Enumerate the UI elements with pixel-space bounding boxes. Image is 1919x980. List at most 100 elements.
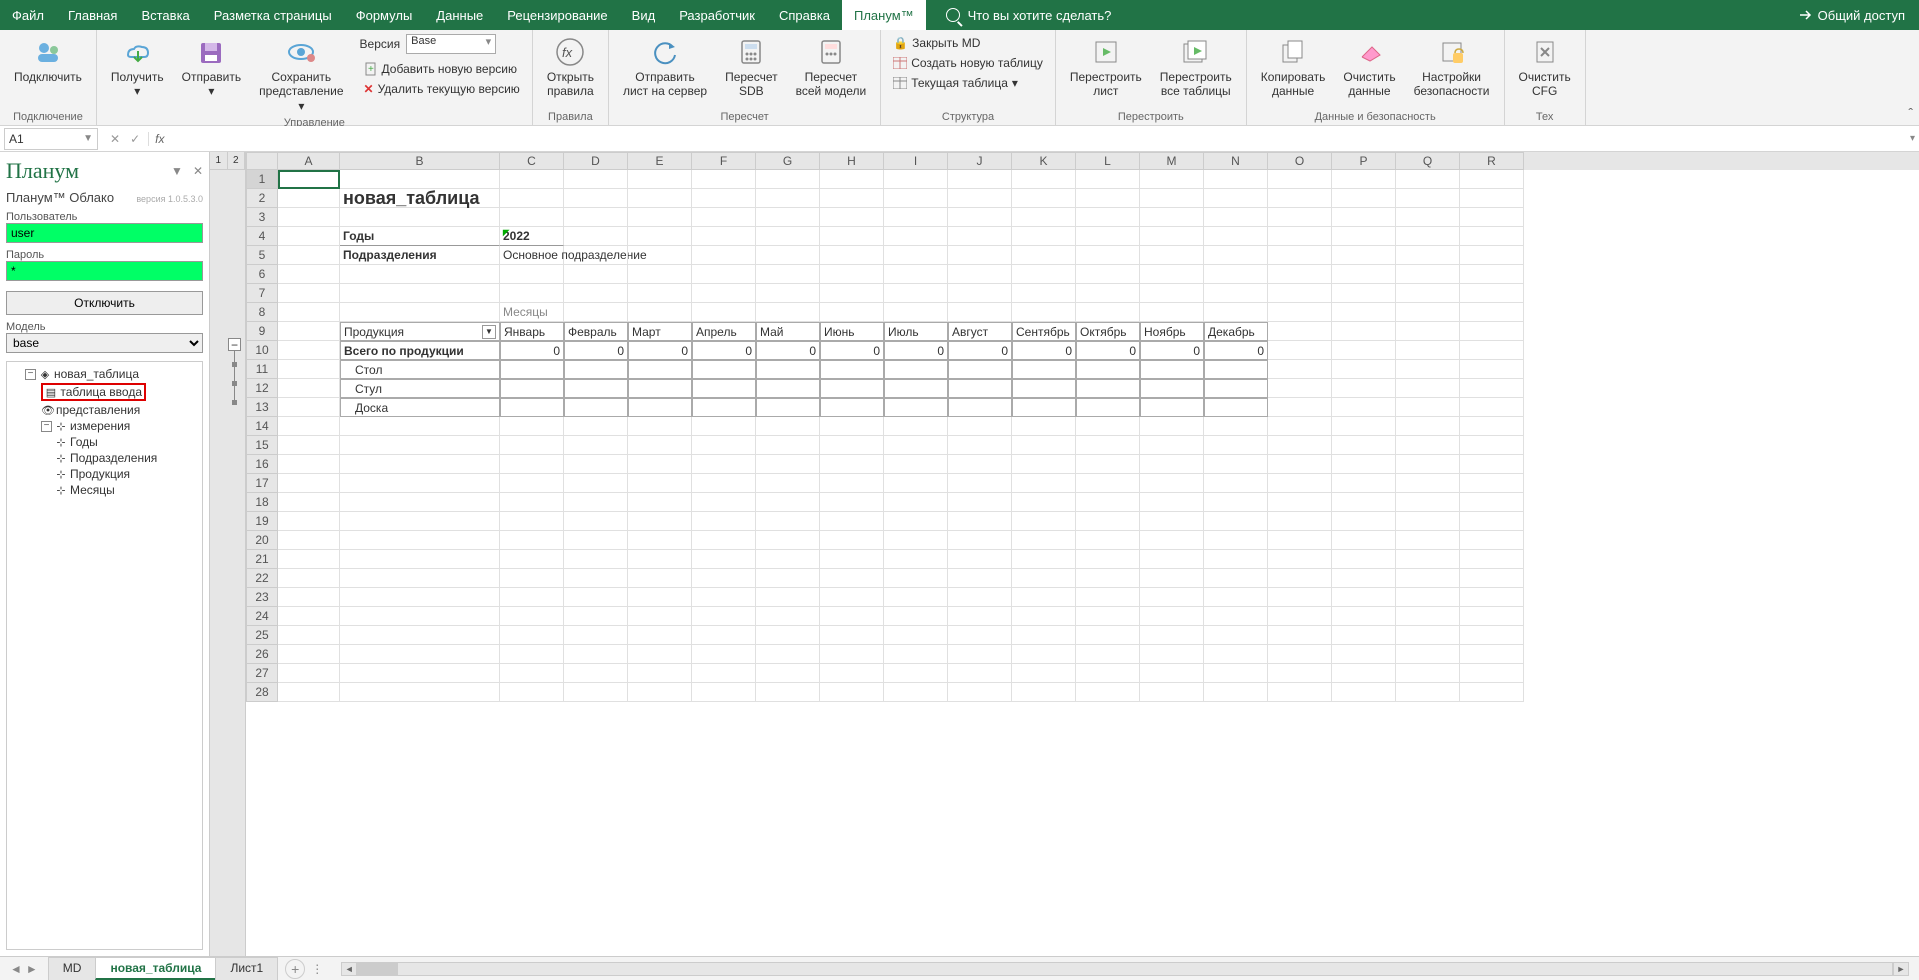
cell-M20[interactable]	[1140, 531, 1204, 550]
cell-I22[interactable]	[884, 569, 948, 588]
cell-B2[interactable]: новая_таблица	[340, 189, 500, 208]
recalc-sdb-button[interactable]: Пересчет SDB	[719, 34, 784, 101]
cell-N18[interactable]	[1204, 493, 1268, 512]
cell-P26[interactable]	[1332, 645, 1396, 664]
cell-C10[interactable]: 0	[500, 341, 564, 360]
cell-R8[interactable]	[1460, 303, 1524, 322]
cell-N20[interactable]	[1204, 531, 1268, 550]
cell-G13[interactable]	[756, 398, 820, 417]
cell-R9[interactable]	[1460, 322, 1524, 341]
collapse-icon[interactable]: −	[25, 369, 36, 380]
col-header-B[interactable]: B	[340, 152, 500, 170]
cell-M13[interactable]	[1140, 398, 1204, 417]
cell-N26[interactable]	[1204, 645, 1268, 664]
cell-P11[interactable]	[1332, 360, 1396, 379]
row-header-19[interactable]: 19	[246, 512, 278, 531]
hscroll-left[interactable]: ◄	[341, 962, 357, 976]
cell-O22[interactable]	[1268, 569, 1332, 588]
cell-A17[interactable]	[278, 474, 340, 493]
cell-P10[interactable]	[1332, 341, 1396, 360]
cell-I24[interactable]	[884, 607, 948, 626]
cell-M16[interactable]	[1140, 455, 1204, 474]
cell-O19[interactable]	[1268, 512, 1332, 531]
cell-O23[interactable]	[1268, 588, 1332, 607]
cell-G11[interactable]	[756, 360, 820, 379]
cell-B13[interactable]: Доска	[340, 398, 500, 417]
cell-P22[interactable]	[1332, 569, 1396, 588]
rebuild-sheet-button[interactable]: Перестроить лист	[1064, 34, 1148, 101]
cell-L8[interactable]	[1076, 303, 1140, 322]
row-header-5[interactable]: 5	[246, 246, 278, 265]
cell-R21[interactable]	[1460, 550, 1524, 569]
cell-F25[interactable]	[692, 626, 756, 645]
cell-I13[interactable]	[884, 398, 948, 417]
cell-K27[interactable]	[1012, 664, 1076, 683]
cell-K21[interactable]	[1012, 550, 1076, 569]
cell-N3[interactable]	[1204, 208, 1268, 227]
cell-B26[interactable]	[340, 645, 500, 664]
tree-views[interactable]: 👁 представления	[9, 402, 200, 418]
cell-G28[interactable]	[756, 683, 820, 702]
cell-E11[interactable]	[628, 360, 692, 379]
cell-Q13[interactable]	[1396, 398, 1460, 417]
cell-D14[interactable]	[564, 417, 628, 436]
cell-F26[interactable]	[692, 645, 756, 664]
cell-G25[interactable]	[756, 626, 820, 645]
row-header-20[interactable]: 20	[246, 531, 278, 550]
sheet-nav-first[interactable]: ◄	[10, 962, 22, 976]
row-header-1[interactable]: 1	[246, 170, 278, 189]
cell-L9[interactable]: Октябрь	[1076, 322, 1140, 341]
cell-J12[interactable]	[948, 379, 1012, 398]
cell-R5[interactable]	[1460, 246, 1524, 265]
cell-K26[interactable]	[1012, 645, 1076, 664]
cell-H2[interactable]	[820, 189, 884, 208]
cell-C17[interactable]	[500, 474, 564, 493]
col-header-P[interactable]: P	[1332, 152, 1396, 170]
cell-F10[interactable]: 0	[692, 341, 756, 360]
hscroll-track[interactable]	[357, 962, 1893, 976]
row-header-27[interactable]: 27	[246, 664, 278, 683]
model-select[interactable]: base	[6, 333, 203, 353]
cell-D15[interactable]	[564, 436, 628, 455]
cell-N17[interactable]	[1204, 474, 1268, 493]
cell-J1[interactable]	[948, 170, 1012, 189]
cell-J5[interactable]	[948, 246, 1012, 265]
cell-O2[interactable]	[1268, 189, 1332, 208]
cell-B22[interactable]	[340, 569, 500, 588]
cell-E6[interactable]	[628, 265, 692, 284]
cell-P28[interactable]	[1332, 683, 1396, 702]
cell-L5[interactable]	[1076, 246, 1140, 265]
cell-P17[interactable]	[1332, 474, 1396, 493]
cell-J27[interactable]	[948, 664, 1012, 683]
cell-H11[interactable]	[820, 360, 884, 379]
cell-D23[interactable]	[564, 588, 628, 607]
cell-G9[interactable]: Май	[756, 322, 820, 341]
cell-E1[interactable]	[628, 170, 692, 189]
outline-collapse-button[interactable]: −	[228, 338, 241, 351]
cell-N22[interactable]	[1204, 569, 1268, 588]
cell-J25[interactable]	[948, 626, 1012, 645]
cell-J22[interactable]	[948, 569, 1012, 588]
cell-E20[interactable]	[628, 531, 692, 550]
cell-I14[interactable]	[884, 417, 948, 436]
cell-J4[interactable]	[948, 227, 1012, 246]
cell-J20[interactable]	[948, 531, 1012, 550]
cell-G10[interactable]: 0	[756, 341, 820, 360]
cell-O24[interactable]	[1268, 607, 1332, 626]
cell-R26[interactable]	[1460, 645, 1524, 664]
row-header-21[interactable]: 21	[246, 550, 278, 569]
cell-C28[interactable]	[500, 683, 564, 702]
cell-P2[interactable]	[1332, 189, 1396, 208]
cell-A20[interactable]	[278, 531, 340, 550]
cell-J18[interactable]	[948, 493, 1012, 512]
cell-I18[interactable]	[884, 493, 948, 512]
cell-E25[interactable]	[628, 626, 692, 645]
sheet-nav-prev[interactable]: ►	[26, 962, 38, 976]
cell-M23[interactable]	[1140, 588, 1204, 607]
cell-L1[interactable]	[1076, 170, 1140, 189]
cell-L26[interactable]	[1076, 645, 1140, 664]
cell-K9[interactable]: Сентябрь	[1012, 322, 1076, 341]
cancel-formula-icon[interactable]: ✕	[110, 132, 120, 146]
password-input[interactable]	[6, 261, 203, 281]
cell-H14[interactable]	[820, 417, 884, 436]
